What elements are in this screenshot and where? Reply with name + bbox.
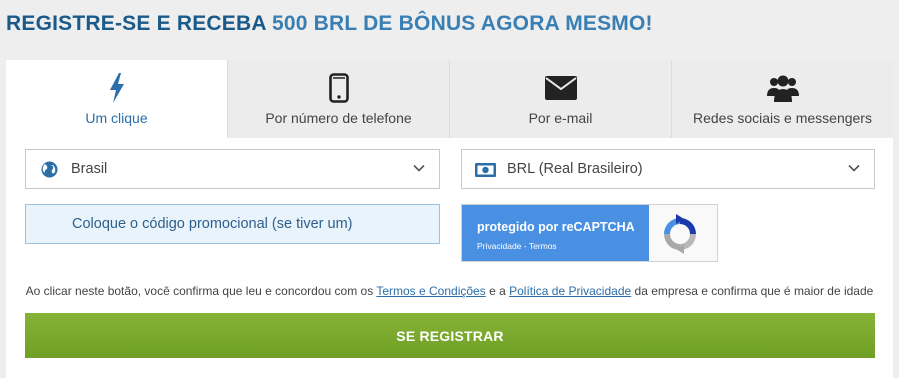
tab-label: Por e-mail [528, 110, 593, 126]
currency-select[interactable]: BRL (Real Brasileiro) [461, 149, 875, 189]
register-button[interactable]: SE REGISTRAR [25, 313, 875, 358]
register-button-label: SE REGISTRAR [396, 327, 504, 344]
consent-text-3: da empresa e confirma que é maior de ida… [634, 284, 874, 298]
title-main: REGISTRE-SE E RECEBA [6, 12, 266, 35]
tab-label: Por número de telefone [265, 110, 412, 126]
recaptcha-links[interactable]: Privacidade - Termos [477, 241, 557, 251]
consent-text-2: e a [489, 284, 506, 298]
tab-label: Um clique [85, 110, 148, 126]
tab-email[interactable]: Por e-mail [449, 60, 671, 138]
title-bonus: 500 BRL DE BÔNUS AGORA MESMO! [271, 12, 653, 35]
privacy-link[interactable]: Política de Privacidade [509, 284, 631, 298]
chevron-down-icon [848, 162, 860, 178]
promo-code-field[interactable]: Coloque o código promocional (se tiver u… [25, 204, 440, 244]
currency-value: BRL (Real Brasileiro) [507, 161, 643, 177]
terms-link[interactable]: Termos e Condições [376, 284, 485, 298]
consent-text: Ao clicar neste botão, você confirma que… [6, 284, 893, 298]
recaptcha-badge[interactable]: protegido por reCAPTCHA Privacidade - Te… [461, 204, 718, 262]
phone-icon [328, 73, 349, 103]
recaptcha-info: protegido por reCAPTCHA Privacidade - Te… [462, 205, 649, 261]
tab-label: Redes sociais e messengers [693, 110, 872, 126]
recaptcha-logo-icon [659, 214, 701, 259]
envelope-icon [544, 73, 577, 103]
recaptcha-title: protegido por reCAPTCHA [477, 220, 635, 234]
tab-one-click[interactable]: Um clique [6, 60, 227, 138]
registration-panel: Um clique Por número de telefone Por e-m… [6, 60, 893, 378]
country-value: Brasil [71, 161, 108, 177]
users-icon [766, 73, 799, 103]
promo-code-label: Coloque o código promocional (se tiver u… [72, 216, 353, 232]
lightning-icon [108, 73, 126, 103]
country-select[interactable]: Brasil [25, 149, 440, 189]
globe-icon [41, 161, 58, 182]
page-title: REGISTRE-SE E RECEBA 500 BRL DE BÔNUS AG… [6, 12, 653, 36]
tab-phone[interactable]: Por número de telefone [227, 60, 449, 138]
banknote-icon [475, 163, 496, 181]
registration-tabs: Um clique Por número de telefone Por e-m… [6, 60, 893, 138]
consent-text-1: Ao clicar neste botão, você confirma que… [25, 284, 374, 298]
chevron-down-icon [413, 162, 425, 178]
tab-social[interactable]: Redes sociais e messengers [671, 60, 893, 138]
